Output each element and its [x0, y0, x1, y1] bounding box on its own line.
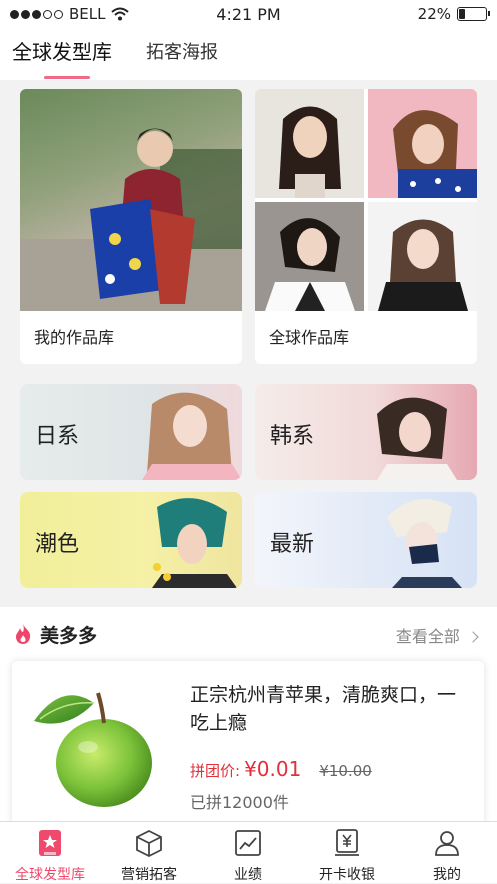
section-title: 美多多	[40, 625, 98, 647]
hair-photo-3	[255, 202, 364, 311]
category-japanese-photo	[142, 392, 242, 480]
nav-performance[interactable]: 业绩	[198, 828, 298, 884]
category-latest-label: 最新	[270, 532, 315, 557]
group-price: ¥0.01	[244, 757, 302, 781]
tab-poster[interactable]: 拓客海报	[146, 38, 218, 64]
product-card[interactable]: 正宗杭州青苹果，清脆爽口，一吃上瘾 拼团价: ¥0.01 ¥10.00 已拼12…	[12, 661, 484, 831]
nav-cashier[interactable]: 开卡收银	[297, 828, 397, 884]
box-icon	[136, 829, 162, 858]
category-korean-photo	[377, 397, 457, 480]
nav-global-hairstyles[interactable]: 全球发型库	[0, 828, 100, 884]
chart-icon	[235, 830, 261, 856]
nav-me[interactable]: 我的	[397, 828, 497, 884]
category-korean-label: 韩系	[270, 424, 315, 449]
price-row: 拼团价: ¥0.01 ¥10.00	[190, 757, 372, 781]
hair-photo-2	[368, 89, 477, 198]
nav-label: 我的	[433, 867, 461, 883]
view-all-label: 查看全部	[395, 627, 460, 646]
category-trend-color[interactable]: 潮色	[20, 492, 242, 588]
nav-label: 业绩	[234, 867, 262, 883]
battery-percent: 22%	[417, 5, 451, 23]
flame-icon	[16, 624, 31, 644]
global-library-label: 全球作品库	[269, 328, 350, 347]
category-latest-photo	[387, 499, 462, 588]
my-library-photo	[20, 89, 242, 311]
my-library-label: 我的作品库	[34, 328, 115, 347]
hair-photo-4	[368, 202, 477, 311]
category-korean[interactable]: 韩系	[255, 384, 477, 480]
green-apple-image	[34, 692, 152, 807]
person-icon	[435, 831, 459, 856]
star-badge-icon	[39, 830, 61, 856]
nav-label: 全球发型库	[15, 867, 85, 883]
top-tab-bar: 全球发型库 拓客海报	[0, 28, 497, 80]
product-title: 正宗杭州青苹果，清脆爽口，一吃上瘾	[190, 684, 457, 734]
category-japanese[interactable]: 日系	[20, 384, 242, 480]
battery-icon	[457, 7, 490, 21]
group-price-label: 拼团价:	[190, 762, 241, 780]
tab-global-hairstyles[interactable]: 全球发型库	[12, 36, 112, 65]
chevron-right-icon	[467, 631, 479, 643]
yen-icon	[335, 829, 359, 856]
sold-count: 已拼12000件	[190, 793, 289, 812]
global-library-card[interactable]: 全球作品库	[255, 89, 477, 364]
nav-marketing[interactable]: 营销拓客	[99, 828, 199, 884]
view-all-link[interactable]: 查看全部	[395, 623, 479, 647]
meiduoduo-section: 美多多 查看全部 正宗杭州青苹果，清脆爽口，一吃上瘾 拼团价: ¥0.01 ¥1…	[0, 607, 497, 831]
status-bar: BELL 4:21 PM 22%	[0, 0, 497, 28]
nav-label: 营销拓客	[121, 867, 177, 883]
bottom-nav: 全球发型库 营销拓客 业绩 开卡收银 我的	[0, 821, 497, 883]
original-price: ¥10.00	[319, 762, 372, 780]
nav-label: 开卡收银	[319, 867, 375, 883]
category-japanese-label: 日系	[35, 424, 80, 449]
category-latest[interactable]: 最新	[255, 492, 477, 588]
hair-photo-1	[255, 89, 364, 198]
category-trend-color-photo	[152, 498, 237, 588]
my-library-card[interactable]: 我的作品库	[20, 89, 242, 364]
category-trend-color-label: 潮色	[35, 532, 80, 557]
active-tab-indicator	[44, 76, 90, 79]
